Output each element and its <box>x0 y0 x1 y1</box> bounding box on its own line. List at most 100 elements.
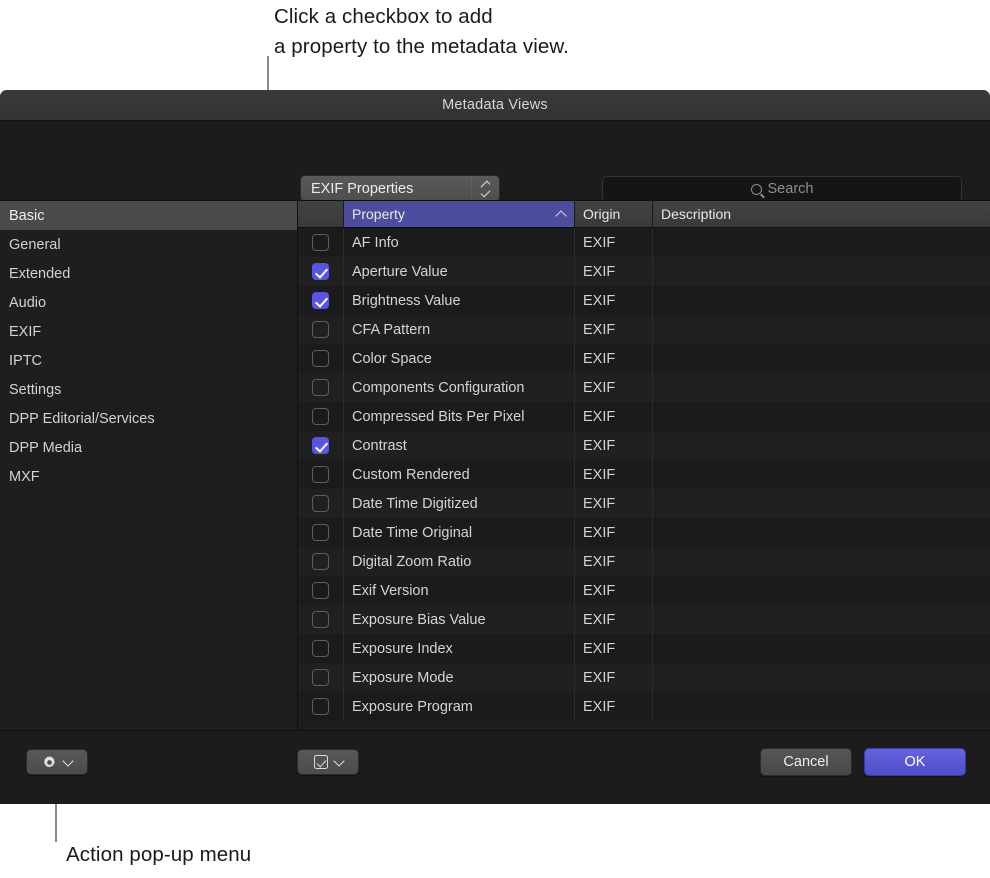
checkbox-unchecked-icon[interactable] <box>312 524 329 541</box>
checkbox-unchecked-icon[interactable] <box>312 408 329 425</box>
row-checkbox-cell[interactable] <box>298 576 344 605</box>
cell-origin-text: EXIF <box>583 438 615 454</box>
cell-description <box>653 402 990 431</box>
view-popup-menu[interactable]: EXIF Properties <box>300 175 500 202</box>
checkbox-unchecked-icon[interactable] <box>312 321 329 338</box>
sidebar-item-general[interactable]: General <box>0 230 297 259</box>
cell-property-text: Digital Zoom Ratio <box>352 554 471 570</box>
column-header-checkbox[interactable] <box>298 201 344 227</box>
sidebar-item-audio[interactable]: Audio <box>0 288 297 317</box>
checkbox-unchecked-icon[interactable] <box>312 495 329 512</box>
cell-description <box>653 605 990 634</box>
checkbox-unchecked-icon[interactable] <box>312 350 329 367</box>
cell-origin: EXIF <box>575 634 653 663</box>
cell-description <box>653 257 990 286</box>
cell-property-text: Exposure Program <box>352 699 473 715</box>
selection-popup-menu-button[interactable] <box>297 749 359 775</box>
row-checkbox-cell[interactable] <box>298 228 344 257</box>
cell-description <box>653 547 990 576</box>
cell-property: Exif Version <box>344 576 575 605</box>
sidebar-item-mxf[interactable]: MXF <box>0 462 297 491</box>
row-checkbox-cell[interactable] <box>298 547 344 576</box>
column-header-origin[interactable]: Origin <box>575 201 653 227</box>
column-header-origin-label: Origin <box>583 206 620 222</box>
sidebar-item-dpp-media[interactable]: DPP Media <box>0 433 297 462</box>
cell-description <box>653 286 990 315</box>
checkbox-unchecked-icon[interactable] <box>312 611 329 628</box>
callout-bottom-text: Action pop-up menu <box>66 840 251 870</box>
cell-property-text: AF Info <box>352 235 399 251</box>
cell-origin: EXIF <box>575 460 653 489</box>
table-row[interactable]: Exposure IndexEXIF <box>298 634 990 663</box>
sidebar-item-extended[interactable]: Extended <box>0 259 297 288</box>
sidebar-item-dpp-editorial-services[interactable]: DPP Editorial/Services <box>0 404 297 433</box>
cell-origin-text: EXIF <box>583 409 615 425</box>
table-row[interactable]: Exif VersionEXIF <box>298 576 990 605</box>
row-checkbox-cell[interactable] <box>298 489 344 518</box>
row-checkbox-cell[interactable] <box>298 460 344 489</box>
cell-property: Compressed Bits Per Pixel <box>344 402 575 431</box>
chevron-down-icon <box>333 755 344 766</box>
row-checkbox-cell[interactable] <box>298 315 344 344</box>
table-row[interactable]: Aperture ValueEXIF <box>298 257 990 286</box>
table-row[interactable]: Date Time OriginalEXIF <box>298 518 990 547</box>
column-header-description[interactable]: Description <box>653 201 990 227</box>
table-row[interactable]: CFA PatternEXIF <box>298 315 990 344</box>
checkbox-unchecked-icon[interactable] <box>312 466 329 483</box>
cell-origin: EXIF <box>575 605 653 634</box>
table-row[interactable]: Exposure Bias Value EXIF <box>298 605 990 634</box>
sidebar-item-iptc[interactable]: IPTC <box>0 346 297 375</box>
column-header-property[interactable]: Property <box>344 201 575 227</box>
table-row[interactable]: AF InfoEXIF <box>298 228 990 257</box>
cell-property: Aperture Value <box>344 257 575 286</box>
row-checkbox-cell[interactable] <box>298 431 344 460</box>
sidebar-item-exif[interactable]: EXIF <box>0 317 297 346</box>
row-checkbox-cell[interactable] <box>298 257 344 286</box>
table-row[interactable]: Date Time DigitizedEXIF <box>298 489 990 518</box>
table-row[interactable]: Components ConfigurationEXIF <box>298 373 990 402</box>
table-row[interactable]: Custom RenderedEXIF <box>298 460 990 489</box>
checkbox-unchecked-icon[interactable] <box>312 234 329 251</box>
table-row[interactable]: Exposure ProgramEXIF <box>298 692 990 721</box>
checkbox-unchecked-icon[interactable] <box>312 553 329 570</box>
ok-button[interactable]: OK <box>864 748 966 776</box>
search-placeholder: Search <box>768 181 814 197</box>
table-row[interactable]: ContrastEXIF <box>298 431 990 460</box>
search-input[interactable]: Search <box>602 176 962 202</box>
sidebar-item-settings[interactable]: Settings <box>0 375 297 404</box>
row-checkbox-cell[interactable] <box>298 518 344 547</box>
row-checkbox-cell[interactable] <box>298 373 344 402</box>
row-checkbox-cell[interactable] <box>298 402 344 431</box>
row-checkbox-cell[interactable] <box>298 286 344 315</box>
cell-origin-text: EXIF <box>583 641 615 657</box>
checkbox-unchecked-icon[interactable] <box>312 379 329 396</box>
cell-origin-text: EXIF <box>583 670 615 686</box>
metadata-views-dialog: Metadata Views EXIF Properties Search Ba… <box>0 90 990 804</box>
checkbox-checked-icon[interactable] <box>312 292 329 309</box>
table-row[interactable]: Brightness ValueEXIF <box>298 286 990 315</box>
table-row[interactable]: Exposure Mode EXIF <box>298 663 990 692</box>
checkbox-unchecked-icon[interactable] <box>312 698 329 715</box>
table-row[interactable]: Digital Zoom RatioEXIF <box>298 547 990 576</box>
cancel-button-label: Cancel <box>783 754 828 770</box>
row-checkbox-cell[interactable] <box>298 605 344 634</box>
action-popup-menu-button[interactable] <box>26 749 88 775</box>
row-checkbox-cell[interactable] <box>298 344 344 373</box>
row-checkbox-cell[interactable] <box>298 663 344 692</box>
checkbox-unchecked-icon[interactable] <box>312 669 329 686</box>
cell-origin: EXIF <box>575 286 653 315</box>
cell-property-text: CFA Pattern <box>352 322 430 338</box>
cancel-button[interactable]: Cancel <box>760 748 852 776</box>
checkbox-unchecked-icon[interactable] <box>312 640 329 657</box>
cell-property-text: Exposure Bias Value <box>352 612 486 628</box>
table-row[interactable]: Color SpaceEXIF <box>298 344 990 373</box>
row-checkbox-cell[interactable] <box>298 692 344 721</box>
sidebar-item-basic[interactable]: Basic <box>0 201 297 230</box>
checkbox-checked-icon[interactable] <box>312 263 329 280</box>
checkbox-unchecked-icon[interactable] <box>312 582 329 599</box>
checkbox-checked-icon[interactable] <box>312 437 329 454</box>
table-row[interactable]: Compressed Bits Per Pixel EXIF <box>298 402 990 431</box>
cell-property-text: Date Time Original <box>352 525 472 541</box>
cell-property: Exposure Mode <box>344 663 575 692</box>
row-checkbox-cell[interactable] <box>298 634 344 663</box>
